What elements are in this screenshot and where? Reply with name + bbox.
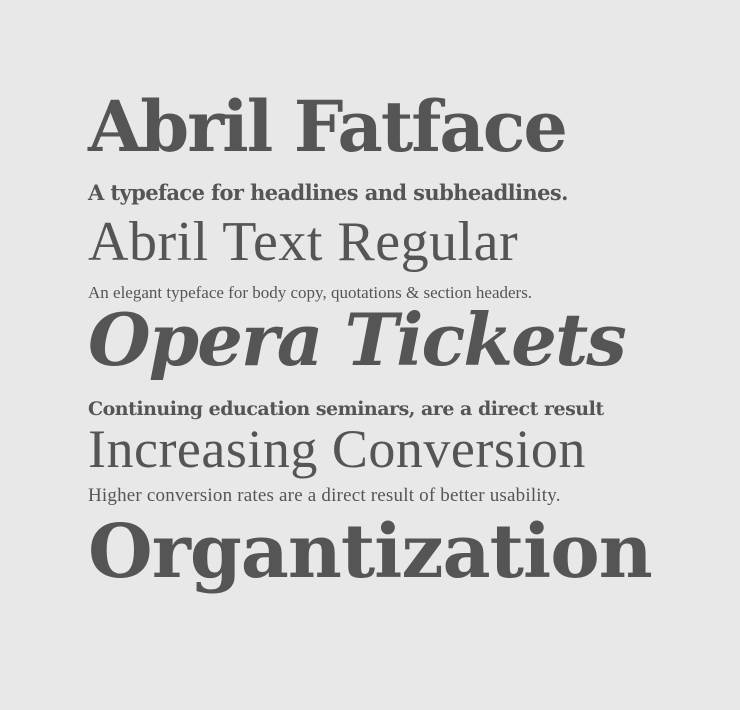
headline-abril-fatface: Abril Fatface bbox=[88, 85, 568, 168]
type-specimen: Abril Fatface A typeface for headlines a… bbox=[0, 0, 740, 710]
headline-organtization: Organtization bbox=[88, 507, 653, 595]
headline-increasing-conversion: Increasing Conversion bbox=[88, 419, 586, 479]
headline-abril-text-regular: Abril Text Regular bbox=[88, 211, 519, 273]
subheadline-continuing-education: Continuing education seminars, are a dir… bbox=[88, 398, 604, 420]
subheadline-typeface-description: A typeface for headlines and subheadline… bbox=[88, 180, 568, 205]
body-higher-conversion: Higher conversion rates are a direct res… bbox=[88, 485, 561, 506]
headline-opera-tickets: Opera Tickets bbox=[88, 297, 627, 382]
